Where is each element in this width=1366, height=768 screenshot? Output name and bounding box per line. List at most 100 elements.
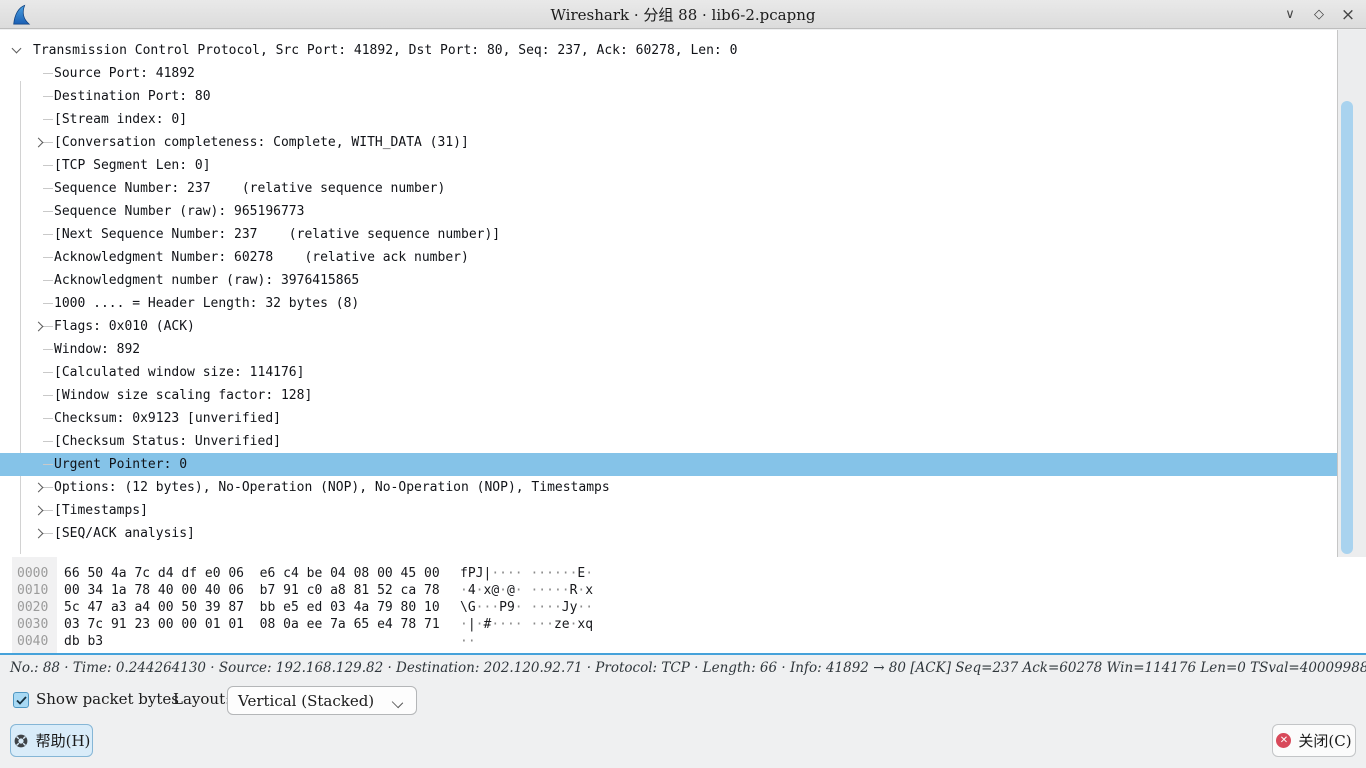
tree-row-label: Source Port: 41892: [54, 62, 195, 85]
tree-row[interactable]: [SEQ/ACK analysis]: [0, 522, 1337, 545]
tree-row[interactable]: Destination Port: 80: [0, 85, 1337, 108]
titlebar: Wireshark · 分组 88 · lib6-2.pcapng ∨ ◇ ×: [0, 0, 1366, 29]
tree-guide-tick: [43, 441, 53, 442]
tree-row[interactable]: Sequence Number (raw): 965196773: [0, 200, 1337, 223]
tree-row[interactable]: 1000 .... = Header Length: 32 bytes (8): [0, 292, 1337, 315]
vertical-scrollbar[interactable]: [1337, 30, 1366, 557]
tree-guide-tick: [43, 464, 53, 465]
hex-bytes: 03 7c 91 23 00 00 01 01 08 0a ee 7a 65 e…: [64, 616, 440, 633]
tree-row[interactable]: [Calculated window size: 114176]: [0, 361, 1337, 384]
hex-offset: 0010: [17, 582, 48, 599]
tree-row[interactable]: [Timestamps]: [0, 499, 1337, 522]
hex-ascii: \G···P9· ····Jy··: [460, 599, 593, 616]
tree-row-label: Flags: 0x010 (ACK): [54, 315, 195, 338]
help-button[interactable]: 帮助(H): [10, 724, 93, 757]
tree-row-label: Sequence Number (raw): 965196773: [54, 200, 304, 223]
hex-ascii: ··: [460, 633, 476, 650]
tree-guide-tick: [43, 418, 53, 419]
tree-guide-tick: [43, 395, 53, 396]
hex-bytes: db b3: [64, 633, 103, 650]
tree-guide-tick: [43, 257, 53, 258]
hex-row[interactable]: 0040db b3··: [0, 633, 1366, 650]
tree-row[interactable]: Options: (12 bytes), No-Operation (NOP),…: [0, 476, 1337, 499]
minimize-icon[interactable]: ∨: [1280, 5, 1300, 25]
hex-ascii: ·4·x@·@· ·····R·x: [460, 582, 593, 599]
tree-row[interactable]: [TCP Segment Len: 0]: [0, 154, 1337, 177]
hex-row[interactable]: 0010 00 34 1a 78 40 00 40 06 b7 91 c0 a8 …: [0, 582, 1366, 599]
tree-row[interactable]: Checksum: 0x9123 [unverified]: [0, 407, 1337, 430]
expand-arrow-icon[interactable]: [34, 506, 44, 516]
hex-row[interactable]: 003003 7c 91 23 00 00 01 01 08 0a ee 7a …: [0, 616, 1366, 633]
close-button[interactable]: ✕ 关闭(C): [1272, 724, 1356, 757]
tree-row[interactable]: Acknowledgment Number: 60278 (relative a…: [0, 246, 1337, 269]
tree-guide-tick: [43, 487, 53, 488]
tree-row[interactable]: Transmission Control Protocol, Src Port:…: [0, 39, 1337, 62]
tree-guide-tick: [43, 533, 53, 534]
hex-ascii: ·|·#···· ···ze·xq: [460, 616, 593, 633]
tree-guide-tick: [43, 96, 53, 97]
tree-row[interactable]: Acknowledgment number (raw): 3976415865: [0, 269, 1337, 292]
layout-label: Layout:: [173, 690, 230, 708]
tree-row-label: [Timestamps]: [54, 499, 148, 522]
layout-dropdown[interactable]: Vertical (Stacked): [227, 686, 417, 715]
scrollbar-thumb[interactable]: [1341, 101, 1353, 554]
hex-bytes: 5c 47 a3 a4 00 50 39 87 bb e5 ed 03 4a 7…: [64, 599, 440, 616]
tree-row[interactable]: [Next Sequence Number: 237 (relative seq…: [0, 223, 1337, 246]
hex-offset: 0020: [17, 599, 48, 616]
tree-row-label: [SEQ/ACK analysis]: [54, 522, 195, 545]
tree-row[interactable]: [Checksum Status: Unverified]: [0, 430, 1337, 453]
hex-ascii: fPJ|···· ······E·: [460, 565, 593, 582]
expand-arrow-icon[interactable]: [34, 322, 44, 332]
tree-row[interactable]: Window: 892: [0, 338, 1337, 361]
tree-row-label: Options: (12 bytes), No-Operation (NOP),…: [54, 476, 610, 499]
tree-guide-tick: [43, 211, 53, 212]
tree-row-label: [Next Sequence Number: 237 (relative seq…: [54, 223, 500, 246]
tree-row-selected[interactable]: Urgent Pointer: 0: [0, 453, 1337, 476]
layout-dropdown-value: Vertical (Stacked): [238, 692, 374, 710]
show-packet-bytes-checkbox[interactable]: [13, 692, 29, 708]
tree-guide-tick: [43, 234, 53, 235]
tree-row[interactable]: [Stream index: 0]: [0, 108, 1337, 131]
tree-row-label: Urgent Pointer: 0: [54, 453, 187, 476]
tree-guide-tick: [43, 280, 53, 281]
tree-row-label: Window: 892: [54, 338, 140, 361]
tree-row-label: Acknowledgment Number: 60278 (relative a…: [54, 246, 469, 269]
wireshark-logo-icon: [10, 4, 32, 26]
help-button-label: 帮助(H): [36, 730, 91, 751]
tree-row[interactable]: Sequence Number: 237 (relative sequence …: [0, 177, 1337, 200]
tree-row[interactable]: [Conversation completeness: Complete, WI…: [0, 131, 1337, 154]
tree-guide-tick: [43, 188, 53, 189]
controls-row: Show packet bytes Layout: Vertical (Stac…: [0, 686, 1366, 716]
tree-guide-tick: [43, 349, 53, 350]
hex-row[interactable]: 0000 66 50 4a 7c d4 df e0 06 e6 c4 be 04 …: [0, 565, 1366, 582]
collapse-arrow-icon[interactable]: [12, 44, 22, 54]
hex-row[interactable]: 0020 5c 47 a3 a4 00 50 39 87 bb e5 ed 03 …: [0, 599, 1366, 616]
help-icon: [13, 733, 29, 749]
packet-bytes-pane: 0000 66 50 4a 7c d4 df e0 06 e6 c4 be 04 …: [0, 557, 1366, 655]
tree-row-label: Transmission Control Protocol, Src Port:…: [33, 39, 737, 62]
tree-row-label: [Window size scaling factor: 128]: [54, 384, 312, 407]
tree-row[interactable]: Source Port: 41892: [0, 62, 1337, 85]
tree-row-label: 1000 .... = Header Length: 32 bytes (8): [54, 292, 359, 315]
expand-arrow-icon[interactable]: [34, 529, 44, 539]
close-window-icon[interactable]: ×: [1338, 5, 1358, 25]
tree-guide-tick: [43, 165, 53, 166]
maximize-icon[interactable]: ◇: [1309, 5, 1329, 25]
hex-rows: 0000 66 50 4a 7c d4 df e0 06 e6 c4 be 04 …: [0, 565, 1366, 650]
tree-guide-tick: [43, 510, 53, 511]
tree-row[interactable]: Flags: 0x010 (ACK): [0, 315, 1337, 338]
expand-arrow-icon[interactable]: [34, 138, 44, 148]
tree-row[interactable]: [Window size scaling factor: 128]: [0, 384, 1337, 407]
show-packet-bytes-label: Show packet bytes: [36, 690, 179, 708]
tree-row-label: Acknowledgment number (raw): 3976415865: [54, 269, 359, 292]
tree-row-label: Sequence Number: 237 (relative sequence …: [54, 177, 445, 200]
hex-bytes: 00 34 1a 78 40 00 40 06 b7 91 c0 a8 81 5…: [64, 582, 440, 599]
hex-offset: 0000: [17, 565, 48, 582]
tree-rows: Transmission Control Protocol, Src Port:…: [0, 39, 1337, 545]
expand-arrow-icon[interactable]: [34, 483, 44, 493]
hex-bytes: 66 50 4a 7c d4 df e0 06 e6 c4 be 04 08 0…: [64, 565, 440, 582]
packet-summary-status: No.: 88 · Time: 0.244264130 · Source: 19…: [10, 660, 1360, 676]
tree-guide-tick: [43, 303, 53, 304]
tree-guide-tick: [43, 372, 53, 373]
checkmark-icon: [16, 696, 27, 705]
